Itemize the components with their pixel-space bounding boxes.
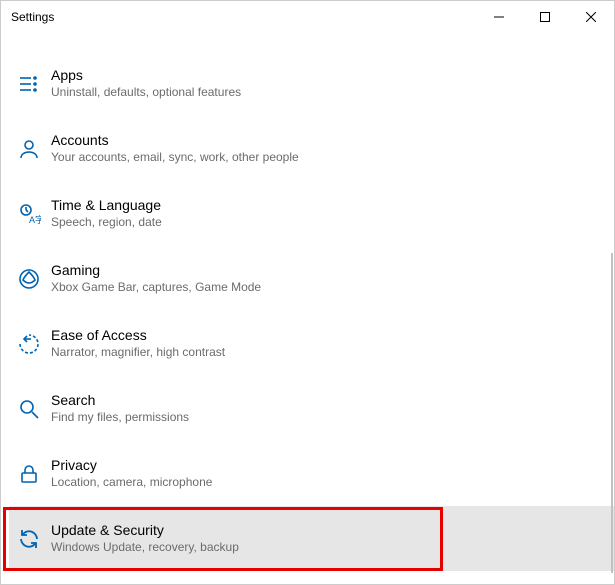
item-title: Gaming [51,261,261,279]
update-security-icon [17,527,51,551]
ease-of-access-icon [17,332,51,356]
window-title: Settings [11,10,54,24]
item-desc: Location, camera, microphone [51,474,212,491]
gaming-icon [17,267,51,291]
window-controls [476,1,614,33]
settings-item-update-security[interactable]: Update & Security Windows Update, recove… [9,506,614,571]
privacy-icon [17,462,51,486]
time-language-icon: A字 [17,202,51,226]
settings-item-ease-of-access[interactable]: Ease of Access Narrator, magnifier, high… [9,311,614,376]
minimize-button[interactable] [476,1,522,33]
item-title: Time & Language [51,196,162,214]
search-icon [17,397,51,421]
item-desc: Uninstall, defaults, optional features [51,84,241,101]
item-title: Search [51,391,189,409]
item-title: Ease of Access [51,326,225,344]
settings-item-gaming[interactable]: Gaming Xbox Game Bar, captures, Game Mod… [9,246,614,311]
item-title: Apps [51,66,241,84]
item-desc: Speech, region, date [51,214,162,231]
maximize-button[interactable] [522,1,568,33]
settings-item-time-language[interactable]: A字 Time & Language Speech, region, date [9,181,614,246]
apps-icon [17,72,51,96]
scrollbar[interactable] [611,253,613,573]
close-button[interactable] [568,1,614,33]
item-title: Accounts [51,131,299,149]
settings-item-apps[interactable]: Apps Uninstall, defaults, optional featu… [9,51,614,116]
svg-text:A字: A字 [29,214,41,225]
settings-item-search[interactable]: Search Find my files, permissions [9,376,614,441]
settings-item-privacy[interactable]: Privacy Location, camera, microphone [9,441,614,506]
item-desc: Narrator, magnifier, high contrast [51,344,225,361]
accounts-icon [17,137,51,161]
titlebar: Settings [1,1,614,33]
item-desc: Xbox Game Bar, captures, Game Mode [51,279,261,296]
item-title: Privacy [51,456,212,474]
settings-item-accounts[interactable]: Accounts Your accounts, email, sync, wor… [9,116,614,181]
item-title: Update & Security [51,521,239,539]
item-desc: Your accounts, email, sync, work, other … [51,149,299,166]
settings-list: Apps Uninstall, defaults, optional featu… [1,33,614,571]
item-desc: Find my files, permissions [51,409,189,426]
item-desc: Windows Update, recovery, backup [51,539,239,556]
